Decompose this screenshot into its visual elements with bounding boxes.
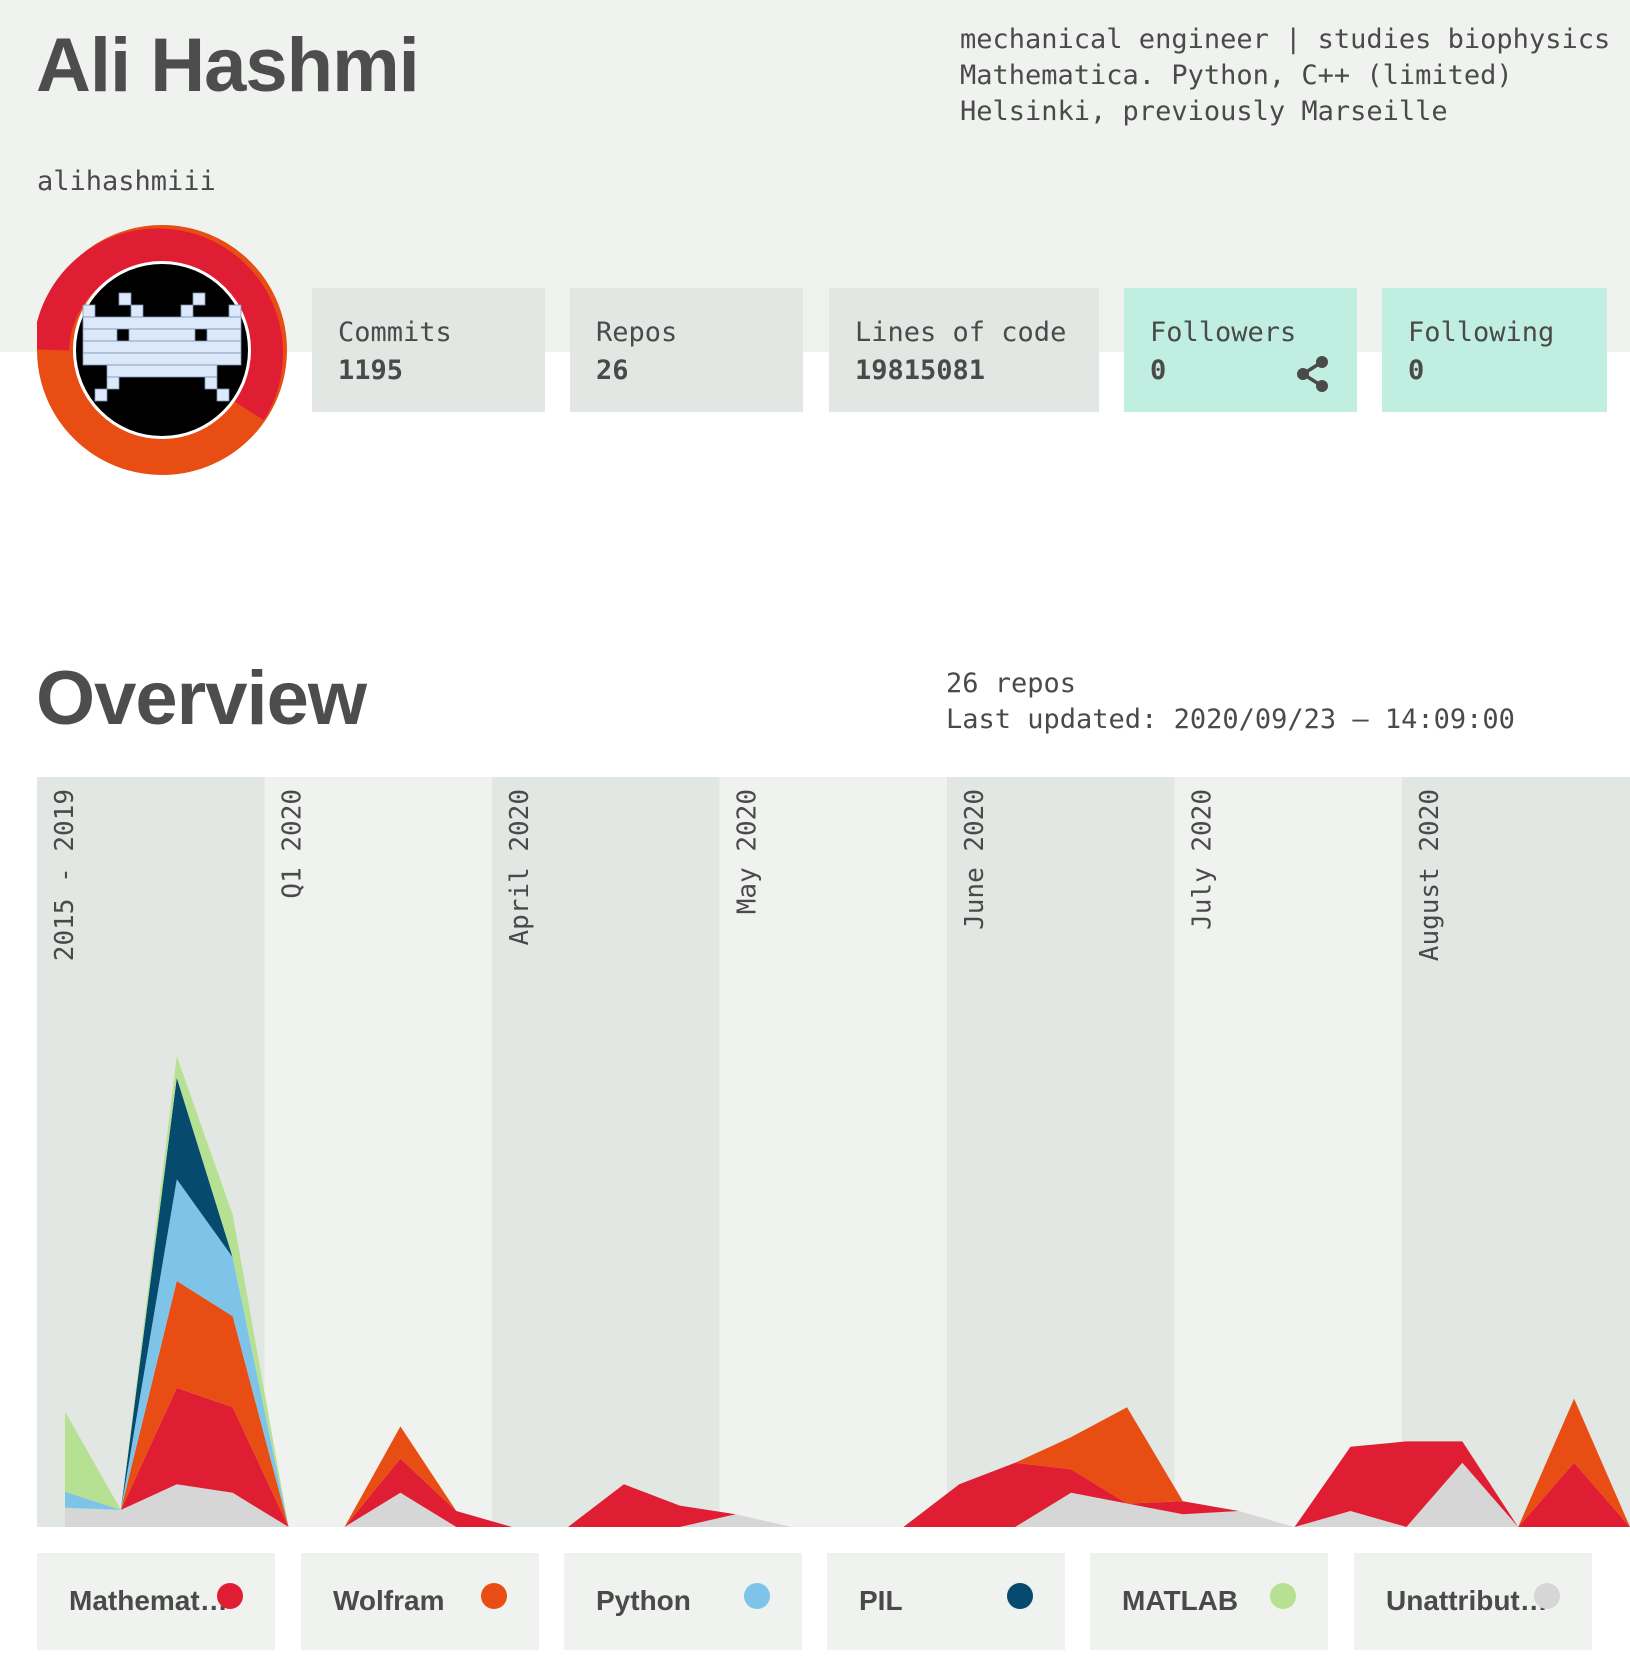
last-updated: Last updated: 2020/09/23 – 14:09:00: [946, 704, 1515, 735]
legend-item-wolfram[interactable]: Wolfram: [301, 1553, 539, 1650]
profile-bio: mechanical engineer | studies biophysics…: [960, 22, 1610, 130]
legend-label: Wolfram: [333, 1585, 445, 1616]
profile-name: Ali Hashmi: [36, 23, 420, 108]
stat-repos: Repos 26: [570, 288, 803, 412]
bio-line: Mathematica. Python, C++ (limited): [960, 60, 1513, 91]
overview-title: Overview: [36, 656, 367, 741]
bio-line: Helsinki, previously Marseille: [960, 96, 1448, 127]
username[interactable]: alihashmiii: [37, 166, 216, 197]
period-label: June 2020: [960, 789, 990, 930]
period-label: July 2020: [1188, 789, 1218, 930]
stat-label: Followers: [1150, 317, 1297, 348]
legend-dot: [744, 1583, 770, 1609]
legend-label: Unattribut…: [1386, 1585, 1548, 1616]
period-label: April 2020: [505, 789, 535, 946]
stat-value: 26: [596, 355, 629, 386]
legend-dot: [1007, 1583, 1033, 1609]
legend-label: Python: [596, 1585, 691, 1616]
stat-commits: Commits 1195: [312, 288, 545, 412]
legend-item-mathematica[interactable]: Mathemat…: [37, 1553, 275, 1650]
stat-lines-of-code: Lines of code 19815081: [829, 288, 1099, 412]
period-label: May 2020: [733, 789, 763, 914]
stat-label: Lines of code: [855, 317, 1067, 348]
overview-meta: 26 repos Last updated: 2020/09/23 – 14:0…: [946, 666, 1515, 738]
stat-value: 19815081: [855, 355, 986, 386]
legend-dot: [1534, 1583, 1560, 1609]
legend-label: PIL: [859, 1585, 903, 1616]
share-icon[interactable]: [1295, 354, 1331, 394]
legend-dot: [481, 1583, 507, 1609]
period-label: 2015 - 2019: [50, 789, 80, 961]
legend-item-unattributed[interactable]: Unattribut…: [1354, 1553, 1592, 1650]
stat-followers[interactable]: Followers 0: [1124, 288, 1357, 412]
activity-chart: 2015 - 2019 Q1 2020 April 2020 May 2020 June…: [37, 777, 1630, 1527]
stat-value: 1195: [338, 355, 404, 386]
bio-line: mechanical engineer | studies biophysics: [960, 24, 1611, 55]
legend-item-python[interactable]: Python: [564, 1553, 802, 1650]
legend-item-pil[interactable]: PIL: [827, 1553, 1065, 1650]
period-label: Q1 2020: [278, 789, 308, 899]
legend-label: Mathemat…: [69, 1585, 228, 1616]
stat-label: Following: [1408, 317, 1555, 348]
legend-label: MATLAB: [1122, 1585, 1239, 1616]
stat-label: Repos: [596, 317, 678, 348]
stat-value: 0: [1408, 355, 1425, 386]
avatar[interactable]: [37, 225, 287, 475]
period-label: August 2020: [1415, 789, 1445, 961]
legend-dot: [1270, 1583, 1296, 1609]
stat-label: Commits: [338, 317, 452, 348]
legend-item-matlab[interactable]: MATLAB: [1090, 1553, 1328, 1650]
legend-dot: [217, 1583, 243, 1609]
repo-count: 26 repos: [946, 668, 1077, 699]
stat-following[interactable]: Following 0: [1382, 288, 1607, 412]
